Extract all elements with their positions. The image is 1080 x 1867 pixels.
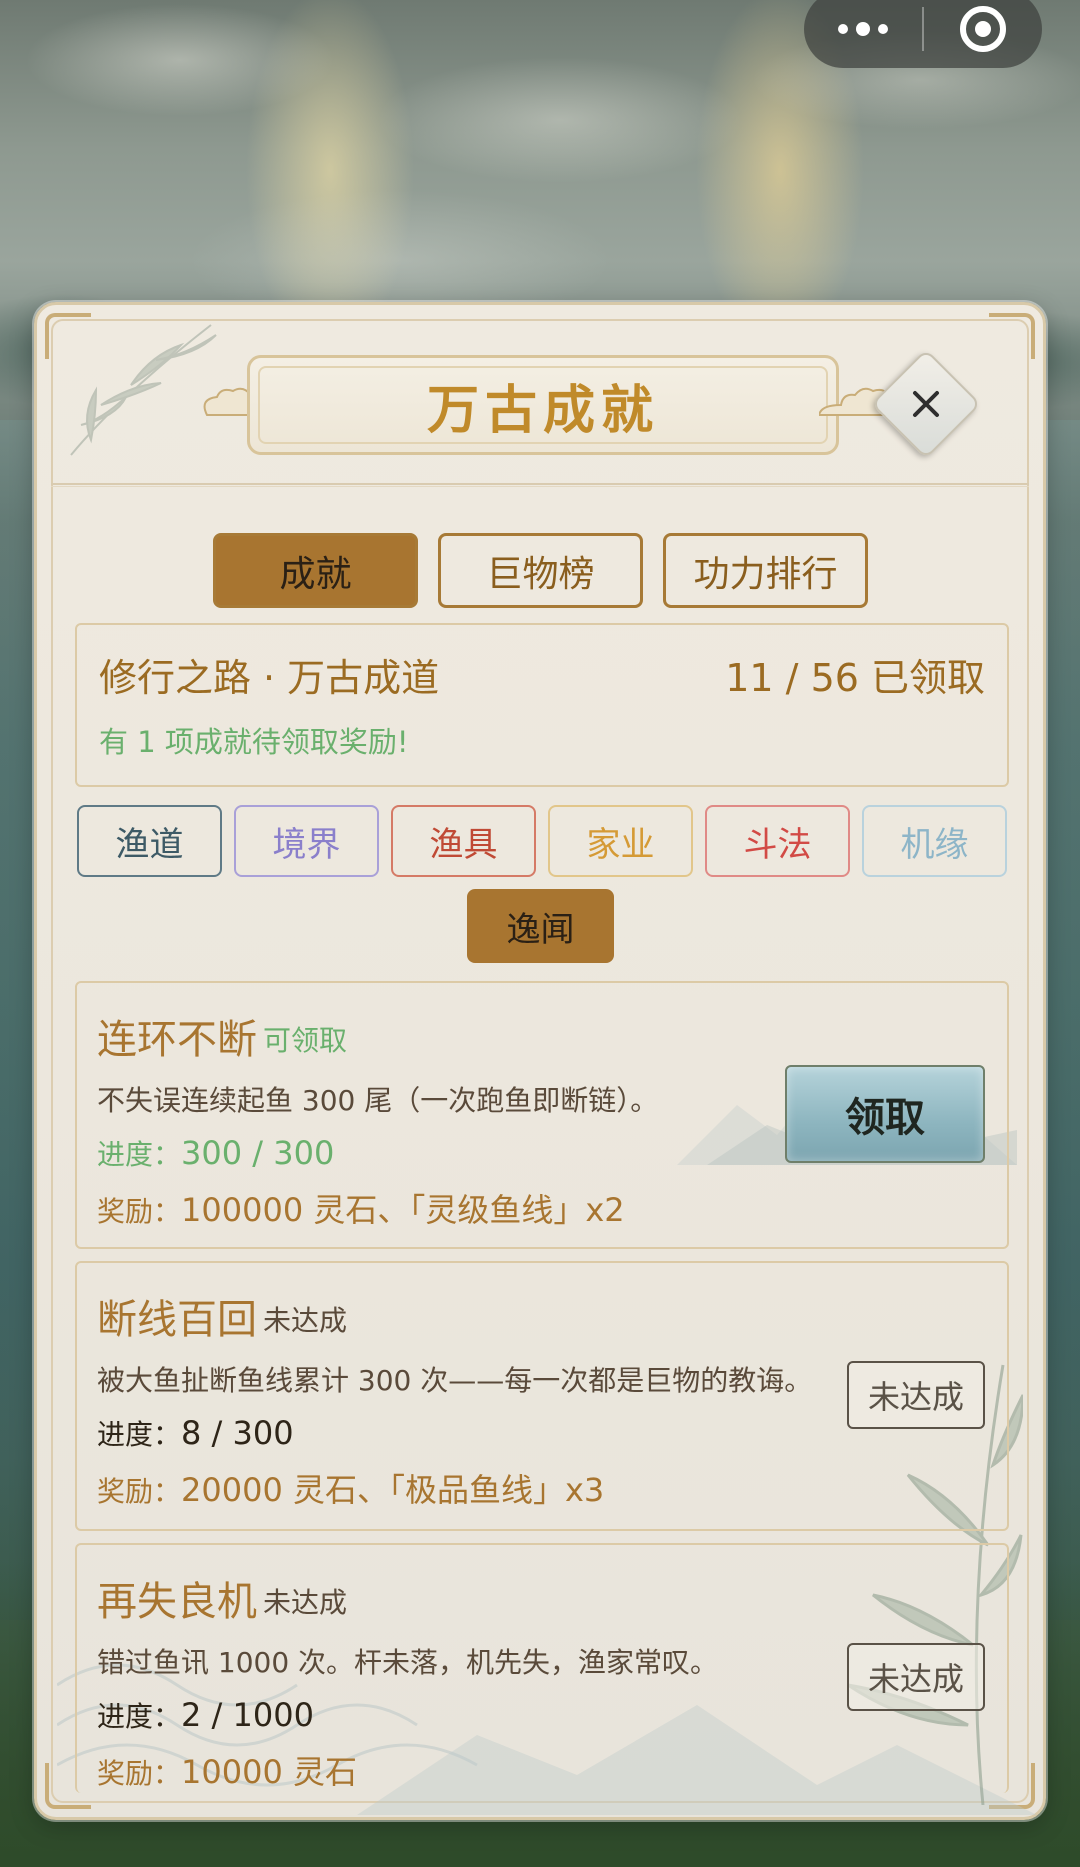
progress-value: 8 / 300 [181, 1414, 294, 1452]
achievement-status: 可领取 [263, 1024, 348, 1057]
not-achieved-button[interactable]: 未达成 [847, 1643, 985, 1711]
achievement-description: 被大鱼扯断鱼线累计 300 次——每一次都是巨物的教诲。 [97, 1364, 813, 1397]
category-filters: 渔道 境界 渔具 家业 斗法 机缘 [77, 805, 1007, 877]
reward-value: 10000 灵石 [181, 1753, 357, 1791]
close-icon [913, 391, 939, 417]
category-gear[interactable]: 渔具 [391, 805, 536, 877]
achievement-card: 连环不断 可领取 不失误连续起鱼 300 尾（一次跑鱼即断链）。 进度：300 … [75, 981, 1009, 1249]
category-anecdotes[interactable]: 逸闻 [467, 889, 614, 963]
achievement-panel: 万古成就 成就 巨物榜 功力排行 修行之路 · 万古成道 11 / 56 已领取 有… [34, 302, 1046, 1820]
achievement-name: 再失良机 [97, 1579, 257, 1625]
corner-ornament [989, 313, 1035, 359]
claim-button[interactable]: 领取 [785, 1065, 985, 1163]
achievement-status: 未达成 [263, 1586, 348, 1619]
target-icon[interactable] [924, 6, 1042, 52]
progress-label: 进度： [97, 1138, 182, 1171]
achievement-name: 连环不断 [97, 1017, 257, 1063]
tab-giant-ranking[interactable]: 巨物榜 [438, 533, 643, 608]
title-plaque: 万古成就 [247, 355, 839, 455]
mini-program-capsule [804, 0, 1042, 68]
progress-label: 进度： [97, 1418, 182, 1451]
progress-value: 300 / 300 [181, 1134, 335, 1172]
achievement-status: 未达成 [263, 1304, 348, 1337]
pending-reward-notice: 有 1 项成就待领取奖励! [99, 725, 409, 759]
achievement-card: 断线百回 未达成 被大鱼扯断鱼线累计 300 次——每一次都是巨物的教诲。 进度… [75, 1261, 1009, 1531]
category-fishing-way[interactable]: 渔道 [77, 805, 222, 877]
close-button[interactable] [870, 348, 982, 460]
achievement-name: 断线百回 [97, 1297, 257, 1343]
reward-value: 100000 灵石、「灵级鱼线」x2 [181, 1191, 625, 1229]
main-tabs: 成就 巨物榜 功力排行 [213, 533, 868, 608]
reward-label: 奖励： [97, 1757, 182, 1790]
tab-power-ranking[interactable]: 功力排行 [663, 533, 868, 608]
reward-label: 奖励： [97, 1195, 182, 1228]
achievement-progress: 进度：300 / 300 [97, 1133, 334, 1173]
achievement-reward: 奖励：100000 灵石、「灵级鱼线」x2 [97, 1185, 625, 1231]
achievement-progress: 进度：2 / 1000 [97, 1695, 314, 1735]
category-fortune[interactable]: 机缘 [862, 805, 1007, 877]
page-title: 万古成就 [426, 380, 659, 441]
progress-summary: 修行之路 · 万古成道 11 / 56 已领取 有 1 项成就待领取奖励! [75, 623, 1009, 787]
achievement-progress: 进度：8 / 300 [97, 1413, 294, 1453]
not-achieved-button[interactable]: 未达成 [847, 1361, 985, 1429]
achievement-description: 不失误连续起鱼 300 尾（一次跑鱼即断链）。 [97, 1084, 659, 1117]
achievement-card: 再失良机 未达成 错过鱼讯 1000 次。杆未落，机先失，渔家常叹。 进度：2 … [75, 1543, 1009, 1793]
path-stage: 万古成道 [287, 656, 440, 700]
progress-value: 2 / 1000 [181, 1696, 314, 1734]
achievement-reward: 奖励：20000 灵石、「极品鱼线」x3 [97, 1465, 604, 1511]
category-estate[interactable]: 家业 [548, 805, 693, 877]
tab-achievements[interactable]: 成就 [213, 533, 418, 608]
achievement-description: 错过鱼讯 1000 次。杆未落，机先失，渔家常叹。 [97, 1646, 719, 1679]
title-separator: · [263, 656, 276, 700]
summary-title: 修行之路 · 万古成道 [99, 647, 439, 702]
more-dots-icon[interactable] [804, 22, 922, 36]
claimed-count: 11 / 56 已领取 [725, 656, 985, 700]
reward-label: 奖励： [97, 1475, 182, 1508]
category-realm[interactable]: 境界 [234, 805, 379, 877]
header-divider [51, 483, 1029, 487]
progress-label: 进度： [97, 1700, 182, 1733]
achievement-reward: 奖励：10000 灵石 [97, 1747, 357, 1793]
category-duel[interactable]: 斗法 [705, 805, 850, 877]
reward-value: 20000 灵石、「极品鱼线」x3 [181, 1471, 605, 1509]
path-name: 修行之路 [99, 656, 252, 700]
